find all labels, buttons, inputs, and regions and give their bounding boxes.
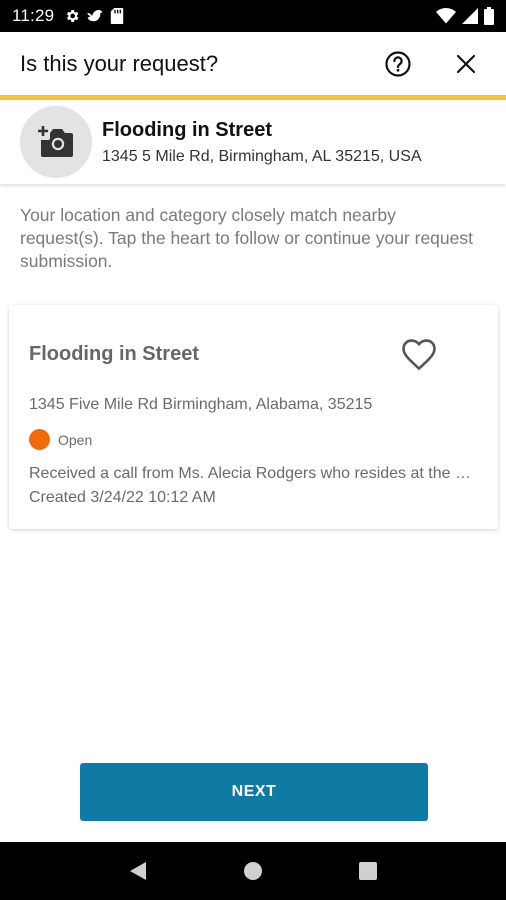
- help-button[interactable]: [378, 44, 418, 84]
- nearby-request-created: Created 3/24/22 10:12 AM: [29, 489, 216, 506]
- bird-icon: [87, 10, 103, 22]
- status-indicator: [29, 429, 50, 450]
- settings-gear-icon: [67, 10, 79, 22]
- nearby-request-title: Flooding in Street: [29, 343, 199, 365]
- add-photo-button[interactable]: [20, 106, 92, 178]
- battery-icon: [484, 7, 494, 25]
- status-badge: Open: [58, 431, 93, 448]
- nav-back-button[interactable]: [118, 851, 158, 891]
- nearby-request-description: Received a call from Ms. Alecia Rodgers …: [29, 465, 479, 482]
- match-info-text: Your location and category closely match…: [20, 205, 473, 271]
- home-icon: [243, 862, 262, 880]
- status-row: Open: [29, 429, 92, 450]
- page-title: Is this your request?: [20, 50, 219, 76]
- nearby-request-card[interactable]: Flooding in Street 1345 Five Mile Rd Bir…: [9, 305, 498, 529]
- screen: 11:29 Is this your request? Flooding in: [0, 0, 506, 900]
- notification-icons: [64, 8, 124, 24]
- close-button[interactable]: [446, 44, 486, 84]
- close-icon: [456, 54, 476, 73]
- status-time: 11:29: [12, 6, 55, 25]
- status-right: [436, 7, 494, 25]
- add-photo-icon: [38, 126, 73, 157]
- sd-card-icon: [111, 8, 124, 24]
- follow-button[interactable]: [399, 335, 439, 375]
- status-left: 11:29: [12, 6, 124, 26]
- summary-text: Flooding in Street 1345 5 Mile Rd, Birmi…: [102, 119, 422, 166]
- system-nav-bar: [0, 842, 506, 900]
- back-icon: [129, 862, 146, 880]
- signal-icon: [462, 8, 478, 24]
- status-bar: 11:29: [0, 0, 506, 32]
- app-header: Is this your request?: [0, 32, 506, 95]
- request-title: Flooding in Street: [102, 118, 272, 141]
- help-circle-icon: [385, 50, 411, 77]
- wifi-icon: [436, 8, 456, 24]
- recents-icon: [359, 862, 378, 880]
- request-address: 1345 5 Mile Rd, Birmingham, AL 35215, US…: [102, 147, 422, 165]
- nearby-request-address: 1345 Five Mile Rd Birmingham, Alabama, 3…: [29, 396, 373, 413]
- request-summary: Flooding in Street 1345 5 Mile Rd, Birmi…: [0, 100, 506, 184]
- nav-recents-button[interactable]: [348, 851, 388, 891]
- next-button[interactable]: NEXT: [80, 763, 428, 821]
- nav-home-button[interactable]: [233, 851, 273, 891]
- heart-outline-icon: [402, 339, 436, 371]
